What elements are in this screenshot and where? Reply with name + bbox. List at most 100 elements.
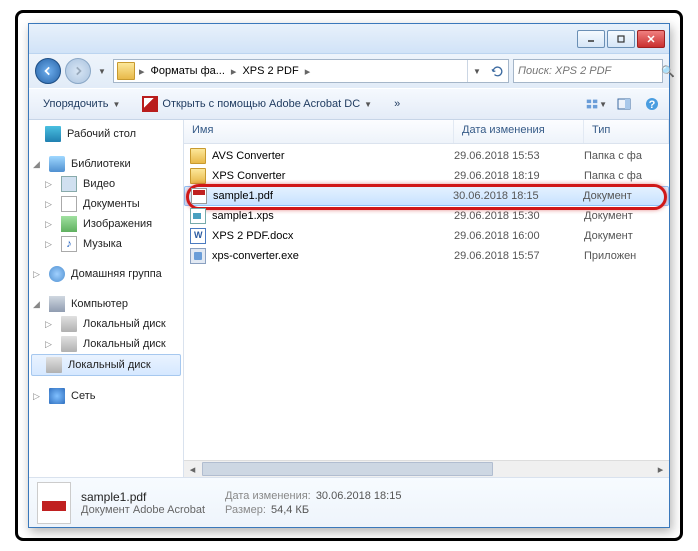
file-date: 30.06.2018 18:15 [453,190,583,202]
file-row[interactable]: XPS Converter29.06.2018 18:19Папка с фа [184,166,669,186]
horizontal-scrollbar[interactable]: ◂ ▸ [184,460,669,477]
file-date: 29.06.2018 16:00 [454,230,584,242]
file-type: Папка с фа [584,150,669,162]
view-options-button[interactable]: ▼ [585,93,607,115]
titlebar [29,24,669,54]
details-size-value: 54,4 КБ [271,504,309,516]
address-dropdown-icon[interactable]: ▼ [468,67,486,76]
folder-icon [117,62,135,80]
details-date-label: Дата изменения: [225,490,311,502]
file-date: 29.06.2018 15:30 [454,210,584,222]
music-icon: ♪ [61,236,77,252]
file-pane: Имя Дата изменения Тип AVS Converter29.0… [184,120,669,477]
homegroup-icon [49,266,65,282]
desktop-icon [45,126,61,142]
file-row[interactable]: AVS Converter29.06.2018 15:53Папка с фа [184,146,669,166]
svg-text:?: ? [649,99,656,111]
sidebar-item-images[interactable]: ▷Изображения [29,214,183,234]
video-icon [61,176,77,192]
help-button[interactable]: ? [641,93,663,115]
search-input[interactable] [518,65,661,77]
file-date: 29.06.2018 15:57 [454,250,584,262]
drive-icon [61,316,77,332]
sidebar: Рабочий стол ◢Библиотеки ▷Видео ▷Докумен… [29,120,184,477]
file-name: sample1.xps [212,210,454,222]
exe-icon [190,248,206,264]
column-headers: Имя Дата изменения Тип [184,120,669,144]
file-type: Документ [584,230,669,242]
file-row[interactable]: XPS 2 PDF.docx29.06.2018 16:00Документ [184,226,669,246]
sidebar-item-video[interactable]: ▷Видео [29,174,183,194]
computer-icon [49,296,65,312]
file-name: XPS 2 PDF.docx [212,230,454,242]
documents-icon [61,196,77,212]
forward-button[interactable] [65,58,91,84]
file-date: 29.06.2018 15:53 [454,150,584,162]
file-name: xps-converter.exe [212,250,454,262]
sidebar-item-music[interactable]: ▷♪Музыка [29,234,183,254]
scroll-left-icon[interactable]: ◂ [184,461,201,477]
overflow-button[interactable]: » [386,93,409,115]
file-row[interactable]: xps-converter.exe29.06.2018 15:57Приложе… [184,246,669,266]
minimize-button[interactable] [577,30,605,48]
images-icon [61,216,77,232]
toolbar: Упорядочить ▼ Открыть с помощью Adobe Ac… [29,88,669,120]
file-name: AVS Converter [212,150,454,162]
file-list: AVS Converter29.06.2018 15:53Папка с фаX… [184,144,669,460]
file-type: Папка с фа [584,170,669,182]
preview-pane-button[interactable] [613,93,635,115]
refresh-button[interactable] [486,65,508,78]
folder-icon [190,168,206,184]
network-icon [49,388,65,404]
sidebar-item-network[interactable]: ▷Сеть [29,386,183,406]
docx-icon [190,228,206,244]
drive-icon [61,336,77,352]
file-row[interactable]: sample1.pdf30.06.2018 18:15Документ [184,186,669,206]
explorer-window: ▼ ▸ Форматы фа... ▸ XPS 2 PDF ▸ ▼ 🔍 Упор… [28,23,670,528]
file-thumbnail [37,482,71,524]
column-name[interactable]: Имя [184,120,454,143]
scroll-right-icon[interactable]: ▸ [652,461,669,477]
back-button[interactable] [35,58,61,84]
details-filename: sample1.pdf [81,490,205,504]
acrobat-icon [142,96,158,112]
file-type: Приложен [584,250,669,262]
scroll-thumb[interactable] [202,462,493,476]
column-date[interactable]: Дата изменения [454,120,584,143]
column-type[interactable]: Тип [584,120,669,143]
details-filetype: Документ Adobe Acrobat [81,504,205,516]
sidebar-item-homegroup[interactable]: ▷Домашняя группа [29,264,183,284]
sidebar-item-localdisk[interactable]: ▷Локальный диск [29,334,183,354]
sidebar-item-documents[interactable]: ▷Документы [29,194,183,214]
sidebar-item-computer[interactable]: ◢Компьютер [29,294,183,314]
libraries-icon [49,156,65,172]
sidebar-item-localdisk[interactable]: ▷Локальный диск [29,314,183,334]
file-type: Документ [584,210,669,222]
close-button[interactable] [637,30,665,48]
search-box[interactable]: 🔍 [513,59,663,83]
pdf-icon [191,188,207,204]
search-icon: 🔍 [661,65,675,78]
sidebar-item-libraries[interactable]: ◢Библиотеки [29,154,183,174]
address-bar[interactable]: ▸ Форматы фа... ▸ XPS 2 PDF ▸ ▼ [113,59,509,83]
file-date: 29.06.2018 18:19 [454,170,584,182]
navbar: ▼ ▸ Форматы фа... ▸ XPS 2 PDF ▸ ▼ 🔍 [29,54,669,88]
file-row[interactable]: sample1.xps29.06.2018 15:30Документ [184,206,669,226]
sidebar-item-desktop[interactable]: Рабочий стол [29,124,183,144]
xps-icon [190,208,206,224]
history-dropdown-icon[interactable]: ▼ [95,59,109,83]
sidebar-item-localdisk[interactable]: Локальный диск [31,354,181,376]
breadcrumb-segment[interactable]: Форматы фа... [147,60,229,82]
details-pane: sample1.pdf Документ Adobe Acrobat Дата … [29,477,669,527]
open-with-acrobat-button[interactable]: Открыть с помощью Adobe Acrobat DC ▼ [134,93,380,115]
details-date-value: 30.06.2018 18:15 [316,490,402,502]
details-size-label: Размер: [225,504,266,516]
folder-icon [190,148,206,164]
file-type: Документ [583,190,668,202]
drive-icon [46,357,62,373]
organize-button[interactable]: Упорядочить ▼ [35,93,128,115]
breadcrumb-segment[interactable]: XPS 2 PDF [238,60,302,82]
file-name: XPS Converter [212,170,454,182]
maximize-button[interactable] [607,30,635,48]
file-name: sample1.pdf [213,190,453,202]
